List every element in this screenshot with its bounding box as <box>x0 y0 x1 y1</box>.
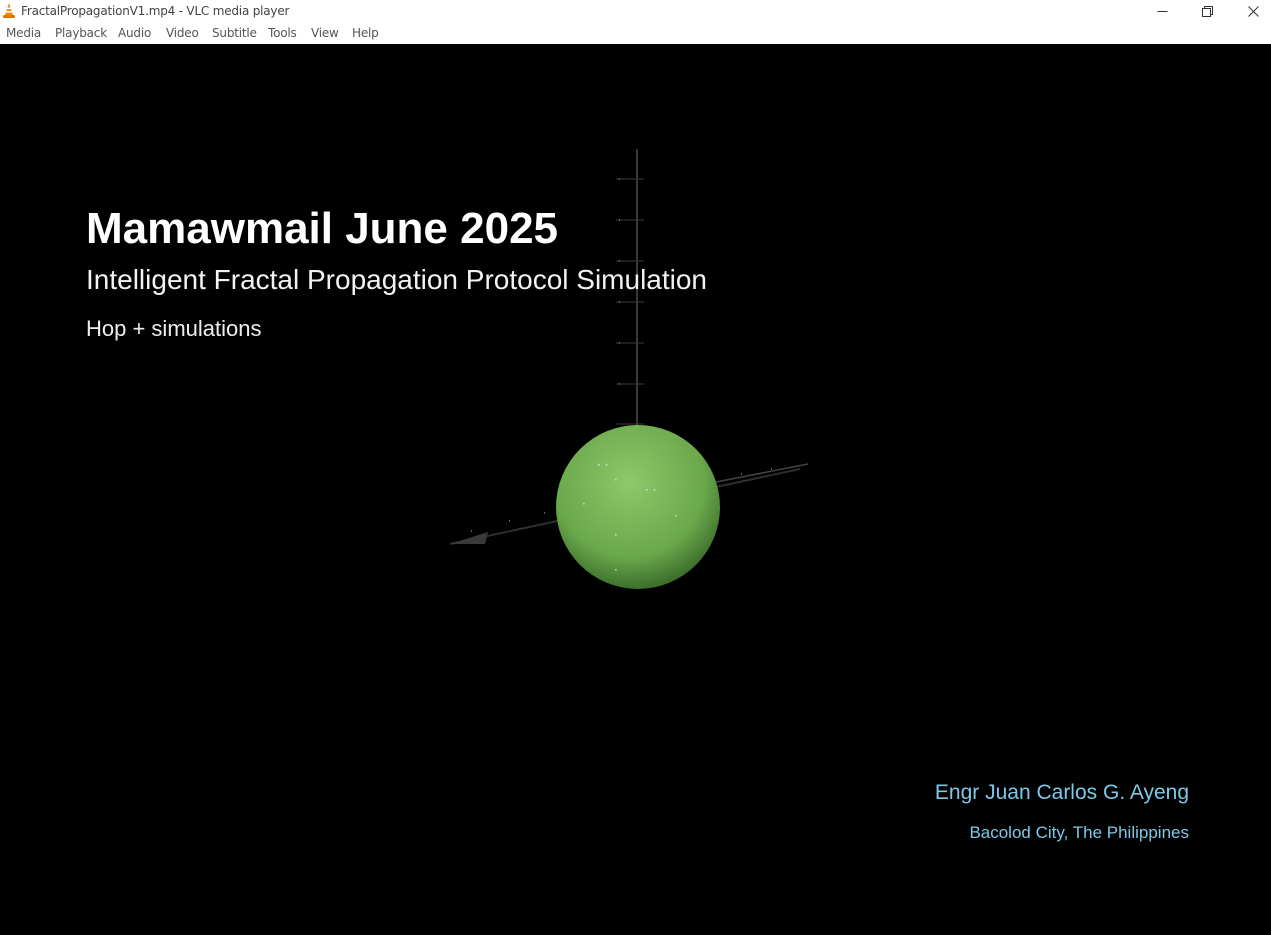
menu-view[interactable]: View <box>311 26 339 40</box>
menu-bar: Media Playback Audio Video Subtitle Tool… <box>0 22 1271 44</box>
svg-text:·: · <box>614 473 618 487</box>
axis-right-extension <box>715 463 809 483</box>
svg-text:·: · <box>470 527 473 537</box>
svg-text:·: · <box>770 465 773 475</box>
x-axis-arrow-left <box>450 532 488 544</box>
svg-text:·: · <box>614 563 618 577</box>
restore-button[interactable] <box>1184 0 1230 22</box>
close-button[interactable] <box>1230 0 1271 22</box>
author-credit: Engr Juan Carlos G. Ayeng <box>934 781 1189 804</box>
svg-text:·: · <box>618 216 621 226</box>
video-area[interactable]: · · · · · · · · · · · · · · · · · · · · Mamawma… <box>0 44 1271 935</box>
svg-text:·: · <box>582 497 586 511</box>
svg-text:·: · <box>508 517 511 527</box>
svg-text:·: · <box>674 509 678 523</box>
svg-text:·: · <box>618 380 621 390</box>
svg-text:·: · <box>618 298 621 308</box>
svg-text:· ·: · · <box>645 483 656 497</box>
green-sphere <box>556 425 720 589</box>
restore-icon <box>1201 5 1213 17</box>
video-tagline-text: Hop + simulations <box>86 316 262 341</box>
svg-text:·: · <box>614 528 618 542</box>
svg-text:· ·: · · <box>597 458 608 472</box>
video-title-text: Mamawmail June 2025 <box>86 204 559 253</box>
vlc-cone-icon <box>3 3 15 18</box>
svg-text:·: · <box>618 339 621 349</box>
location-credit: Bacolod City, The Philippines <box>969 823 1189 842</box>
menu-tools[interactable]: Tools <box>268 26 297 40</box>
menu-help[interactable]: Help <box>352 26 379 40</box>
svg-text:·: · <box>618 175 621 185</box>
video-subtitle-text: Intelligent Fractal Propagation Protocol… <box>86 264 708 295</box>
window-titlebar: FractalPropagationV1.mp4 - VLC media pla… <box>0 0 1271 22</box>
window-title: FractalPropagationV1.mp4 - VLC media pla… <box>21 4 290 18</box>
menu-media[interactable]: Media <box>6 26 41 40</box>
minimize-icon <box>1157 10 1167 12</box>
minimize-button[interactable] <box>1139 0 1185 22</box>
svg-text:·: · <box>740 470 743 480</box>
svg-text:·: · <box>543 509 546 519</box>
menu-video[interactable]: Video <box>166 26 199 40</box>
menu-playback[interactable]: Playback <box>55 26 107 40</box>
menu-audio[interactable]: Audio <box>118 26 151 40</box>
close-icon <box>1247 5 1259 17</box>
menu-subtitle[interactable]: Subtitle <box>212 26 257 40</box>
